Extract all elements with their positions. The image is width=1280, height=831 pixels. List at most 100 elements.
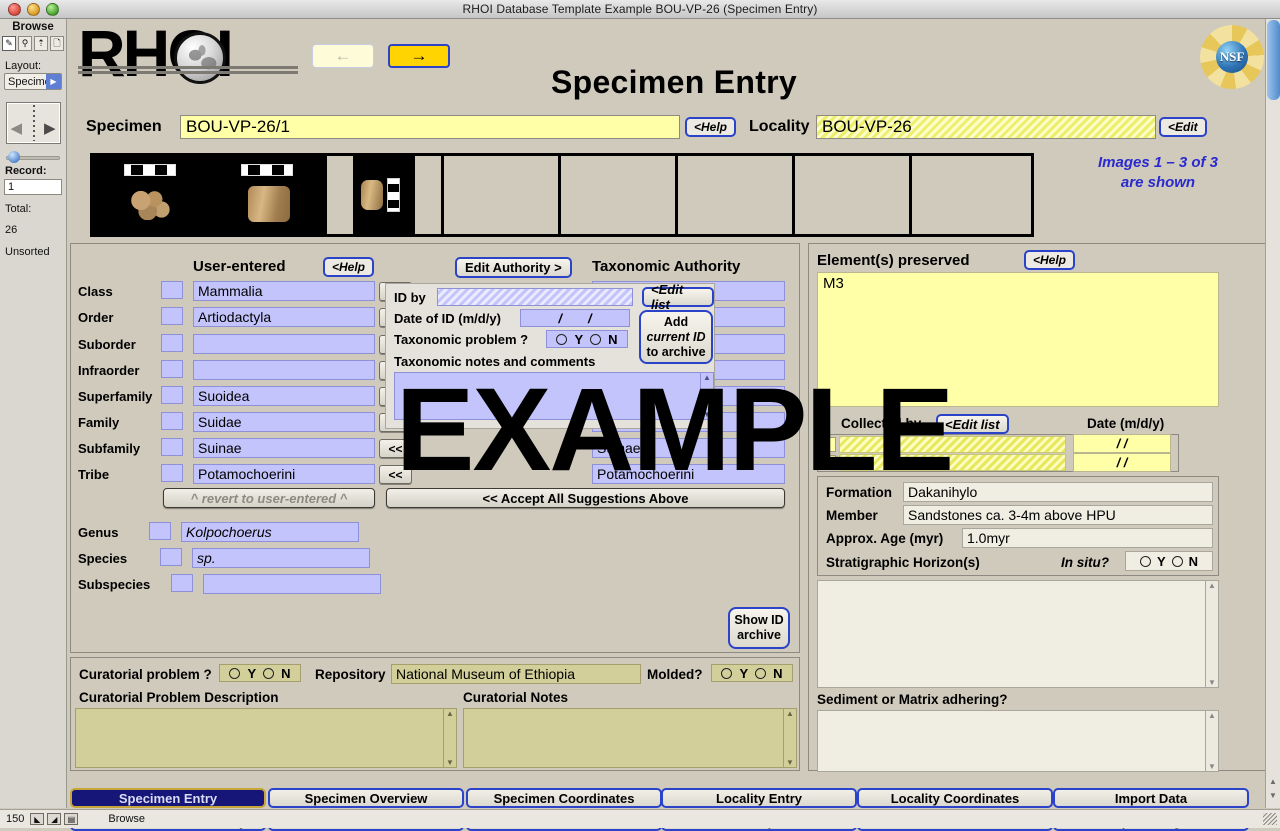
collector-input-1[interactable]: [839, 436, 1066, 453]
thumbnail-7[interactable]: [795, 156, 912, 234]
minimize-button[interactable]: [27, 3, 40, 16]
zoom-in-icon[interactable]: ◢: [47, 813, 62, 825]
taxonomy-copy-subfamily[interactable]: <<: [379, 439, 412, 458]
id-by-input[interactable]: [437, 288, 633, 306]
curatorial-desc-scrollbar[interactable]: ▲ ▼: [443, 709, 456, 767]
taxonomy-authority-subfamily[interactable]: Suinae: [592, 438, 785, 458]
taxonomy-user-suborder[interactable]: [193, 334, 375, 354]
radio-yes-icon[interactable]: [556, 333, 568, 345]
collected-date-input-1[interactable]: / /: [1073, 434, 1171, 453]
id-edit-list-button[interactable]: <Edit list: [642, 282, 714, 312]
species-checkbox[interactable]: [160, 548, 182, 566]
taxonomy-checkbox-class[interactable]: [161, 281, 183, 299]
scroll-up-icon[interactable]: ▲: [1208, 711, 1216, 720]
taxonomy-help-button[interactable]: <Help: [323, 257, 375, 277]
molded-radios[interactable]: Y N: [711, 664, 793, 682]
specimen-help-button[interactable]: <Help: [685, 117, 737, 137]
show-id-archive-button[interactable]: Show ID archive: [728, 607, 790, 649]
scroll-up-icon[interactable]: ▲: [1269, 777, 1277, 786]
taxonomy-checkbox-suborder[interactable]: [161, 334, 183, 352]
elements-help-button[interactable]: <Help: [1024, 250, 1076, 270]
record-book-icon[interactable]: ◀ ▶: [5, 102, 61, 144]
nav-locality-entry[interactable]: Locality Entry: [661, 788, 857, 808]
sediment-scrollbar[interactable]: ▲ ▼: [1205, 711, 1218, 771]
image-thumbnail-strip[interactable]: [90, 153, 1034, 237]
scroll-up-icon[interactable]: ▲: [786, 709, 794, 718]
window-controls[interactable]: [8, 3, 59, 16]
taxonomy-user-family[interactable]: Suidae: [193, 412, 375, 432]
resize-grip-icon[interactable]: [1263, 813, 1277, 825]
taxonomy-checkbox-tribe[interactable]: [161, 464, 183, 482]
scroll-up-icon[interactable]: ▲: [446, 709, 454, 718]
curatorial-notes-input[interactable]: ▲ ▼: [463, 708, 797, 768]
scroll-down-icon[interactable]: ▼: [1208, 762, 1216, 771]
taxonomy-checkbox-family[interactable]: [161, 412, 183, 430]
nav-locality-coordinates[interactable]: Locality Coordinates: [857, 788, 1053, 808]
scroll-down-icon[interactable]: ▼: [703, 410, 711, 419]
thumbnail-1[interactable]: [93, 156, 210, 234]
taxonomy-checkbox-subfamily[interactable]: [161, 438, 183, 456]
locality-edit-button[interactable]: <Edit: [1159, 117, 1207, 137]
mode-icon-bar[interactable]: ✎ ⚲ ⇡ 🗋: [0, 36, 66, 51]
curatorial-problem-radios[interactable]: Y N: [219, 664, 301, 682]
thumbnail-6[interactable]: [678, 156, 795, 234]
taxonomy-user-order[interactable]: Artiodactyla: [193, 307, 375, 327]
collector-input-2[interactable]: [839, 454, 1066, 471]
taxonomy-checkbox-infraorder[interactable]: [161, 360, 183, 378]
collected-date-input-2[interactable]: / /: [1073, 453, 1171, 472]
species-input[interactable]: sp.: [192, 548, 370, 568]
scroll-down-icon[interactable]: ▼: [446, 758, 454, 767]
scroll-down-icon[interactable]: ▼: [1269, 791, 1277, 800]
thumbnail-8[interactable]: [912, 156, 1029, 234]
page-icon[interactable]: 🗋: [50, 36, 64, 51]
scroll-down-icon[interactable]: ▼: [1208, 678, 1216, 687]
radio-no-icon[interactable]: [263, 667, 275, 679]
specimen-input[interactable]: BOU-VP-26/1: [180, 115, 680, 139]
curatorial-notes-scrollbar[interactable]: ▲ ▼: [783, 709, 796, 767]
close-button[interactable]: [8, 3, 21, 16]
thumbnail-5[interactable]: [561, 156, 678, 234]
prev-record-arrow-icon[interactable]: ◀: [11, 119, 23, 137]
taxonomic-notes-scrollbar[interactable]: ▲ ▼: [700, 373, 713, 419]
nav-specimen-overview[interactable]: Specimen Overview: [268, 788, 464, 808]
add-current-id-button[interactable]: Add current ID to archive: [639, 310, 713, 364]
taxonomy-checkbox-superfamily[interactable]: [161, 386, 183, 404]
radio-yes-icon[interactable]: [229, 667, 241, 679]
pointer-icon[interactable]: ✎: [2, 36, 16, 51]
thumbnail-2[interactable]: [210, 156, 327, 234]
layout-selector[interactable]: Specimen ▶: [4, 73, 62, 90]
nav-specimen-coordinates[interactable]: Specimen Coordinates: [466, 788, 662, 808]
zoom-icon-group[interactable]: ◣ ◢ ▤: [30, 813, 79, 825]
vertical-scrollbar[interactable]: ▲ ▼: [1265, 19, 1280, 808]
strat-horizon-input[interactable]: ▲ ▼: [817, 580, 1219, 688]
taxonomic-notes-input[interactable]: ▲ ▼: [394, 372, 714, 420]
accept-all-suggestions-button[interactable]: << Accept All Suggestions Above: [386, 488, 785, 508]
scroll-down-icon[interactable]: ▼: [786, 758, 794, 767]
taxonomy-user-infraorder[interactable]: [193, 360, 375, 380]
taxonomy-checkbox-order[interactable]: [161, 307, 183, 325]
magnifier-icon[interactable]: ⚲: [18, 36, 32, 51]
taxonomy-user-tribe[interactable]: Potamochoerini: [193, 464, 375, 484]
toggle-sidebar-icon[interactable]: ▤: [64, 813, 79, 825]
zoom-out-icon[interactable]: ◣: [30, 813, 45, 825]
radio-no-icon[interactable]: [1171, 555, 1183, 567]
elements-preserved-input[interactable]: M3: [817, 272, 1219, 407]
radio-no-icon[interactable]: [755, 667, 767, 679]
taxonomy-authority-tribe[interactable]: Potamochoerini: [592, 464, 785, 484]
taxonomy-user-class[interactable]: Mammalia: [193, 281, 375, 301]
radio-yes-icon[interactable]: [721, 667, 733, 679]
subspecies-input[interactable]: [203, 574, 381, 594]
record-slider[interactable]: [4, 151, 62, 163]
thumbnail-4[interactable]: [444, 156, 561, 234]
scroll-up-icon[interactable]: ▲: [1208, 581, 1216, 590]
taxonomy-user-subfamily[interactable]: Suinae: [193, 438, 375, 458]
radio-yes-icon[interactable]: [1139, 555, 1151, 567]
edit-authority-button[interactable]: Edit Authority >: [455, 257, 572, 278]
subspecies-checkbox[interactable]: [171, 574, 193, 592]
sediment-input[interactable]: ▲ ▼: [817, 710, 1219, 772]
collector-checkbox-2[interactable]: [820, 455, 836, 470]
formation-input[interactable]: Dakanihylo: [903, 482, 1213, 502]
locality-input[interactable]: BOU-VP-26: [816, 115, 1156, 139]
genus-checkbox[interactable]: [149, 522, 171, 540]
taxonomy-user-superfamily[interactable]: Suoidea: [193, 386, 375, 406]
